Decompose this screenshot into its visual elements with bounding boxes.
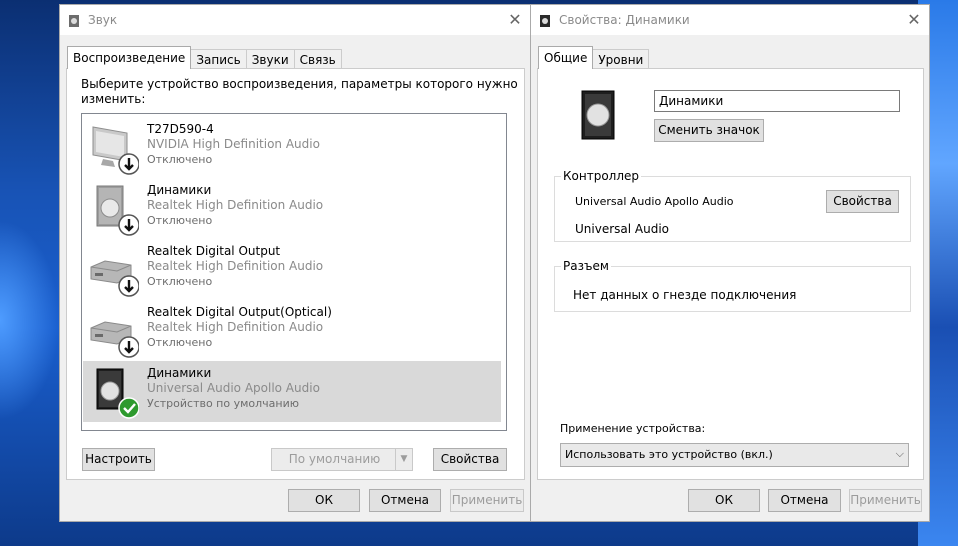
cancel-button[interactable]: Отмена — [369, 489, 441, 512]
sound-tabs: Воспроизведение Запись Звуки Связь — [67, 46, 342, 69]
close-icon[interactable]: ✕ — [504, 9, 526, 31]
speaker-title-icon — [540, 15, 550, 27]
speaker-icon — [96, 368, 139, 419]
sound-dialog: Звук ✕ Воспроизведение Запись Звуки Связ… — [59, 4, 531, 522]
device-item-selected[interactable]: Динамики Universal Audio Apollo Audio Ус… — [83, 361, 501, 422]
controller-group: Контроллер Universal Audio Apollo Audio … — [554, 169, 911, 242]
sound-titlebar: Звук ✕ — [60, 5, 530, 35]
jack-info: Нет данных о гнезде подключения — [573, 288, 797, 302]
device-driver: Realtek High Definition Audio — [147, 198, 324, 212]
set-default-button[interactable]: По умолчанию ▼ — [271, 448, 413, 471]
device-driver: Realtek High Definition Audio — [147, 259, 324, 273]
speaker-icon — [96, 185, 139, 236]
digital-output-icon — [90, 321, 139, 358]
device-name: Динамики — [147, 366, 212, 380]
change-icon-button[interactable]: Сменить значок — [654, 119, 764, 142]
ok-button[interactable]: ОК — [288, 489, 360, 512]
controller-vendor: Universal Audio — [575, 222, 670, 236]
device-status: Отключено — [147, 214, 213, 227]
sound-title: Звук — [88, 13, 118, 27]
chevron-down-icon[interactable]: ▼ — [395, 449, 412, 470]
tab-recording[interactable]: Запись — [190, 49, 247, 69]
device-status: Отключено — [147, 275, 213, 288]
device-name: Realtek Digital Output — [147, 244, 281, 258]
tab-playback[interactable]: Воспроизведение — [67, 46, 192, 69]
device-item[interactable]: Realtek Digital Output Realtek High Defi… — [83, 239, 501, 300]
device-driver: Realtek High Definition Audio — [147, 320, 324, 334]
device-name: T27D590-4 — [147, 122, 214, 136]
device-status: Отключено — [147, 336, 213, 349]
device-item[interactable]: T27D590-4 NVIDIA High Definition Audio О… — [83, 117, 501, 178]
device-status: Устройство по умолчанию — [147, 397, 300, 410]
properties-tabs: Общие Уровни — [538, 46, 650, 69]
configure-button[interactable]: Настроить — [82, 448, 155, 471]
jack-label: Разъем — [561, 259, 611, 273]
ok-button[interactable]: ОК — [688, 489, 760, 512]
apply-button[interactable]: Применить — [849, 489, 922, 512]
set-default-label: По умолчанию — [288, 452, 381, 466]
device-driver: NVIDIA High Definition Audio — [147, 137, 320, 151]
device-item[interactable]: Realtek Digital Output(Optical) Realtek … — [83, 300, 501, 361]
digital-output-icon — [90, 260, 139, 297]
controller-properties-button[interactable]: Свойства — [826, 190, 899, 213]
instruction-line1: Выберите устройство воспроизведения, пар… — [81, 77, 518, 91]
instruction-line2: изменить: — [81, 92, 146, 106]
monitor-icon — [92, 126, 139, 175]
properties-title: Свойства: Динамики — [559, 13, 690, 27]
properties-dialog: Свойства: Динамики ✕ Общие Уровни Динами… — [530, 4, 930, 522]
desktop-wallpaper-glow — [0, 220, 60, 420]
tab-communications[interactable]: Связь — [293, 49, 342, 69]
tab-sounds[interactable]: Звуки — [245, 49, 295, 69]
device-name: Realtek Digital Output(Optical) — [147, 305, 332, 319]
controller-name: Universal Audio Apollo Audio — [575, 195, 734, 208]
properties-button[interactable]: Свойства — [433, 448, 507, 471]
cancel-button[interactable]: Отмена — [768, 489, 841, 512]
tab-general[interactable]: Общие — [538, 46, 594, 69]
device-list[interactable]: T27D590-4 NVIDIA High Definition Audio О… — [81, 113, 507, 431]
device-name: Динамики — [147, 183, 212, 197]
usage-label: Применение устройства: — [560, 422, 706, 435]
device-item[interactable]: Динамики Realtek High Definition Audio О… — [83, 178, 501, 239]
general-panel: Динамики Сменить значок Контроллер Unive… — [537, 68, 924, 480]
playback-panel: Выберите устройство воспроизведения, пар… — [66, 68, 525, 480]
usage-value: Использовать это устройство (вкл.) — [565, 448, 773, 461]
jack-group: Разъем Нет данных о гнезде подключения — [554, 259, 911, 312]
device-name-input[interactable]: Динамики — [654, 90, 900, 112]
speaker-title-icon — [69, 15, 79, 27]
close-icon[interactable]: ✕ — [903, 9, 925, 31]
usage-select[interactable]: Использовать это устройство (вкл.) ⌵ — [560, 443, 909, 467]
apply-button[interactable]: Применить — [450, 489, 524, 512]
controller-label: Контроллер — [561, 169, 641, 183]
chevron-down-icon: ⌵ — [895, 447, 904, 460]
device-status: Отключено — [147, 153, 213, 166]
speaker-icon — [581, 90, 615, 140]
properties-titlebar: Свойства: Динамики ✕ — [531, 5, 929, 35]
device-driver: Universal Audio Apollo Audio — [147, 381, 320, 395]
tab-levels[interactable]: Уровни — [592, 49, 650, 69]
